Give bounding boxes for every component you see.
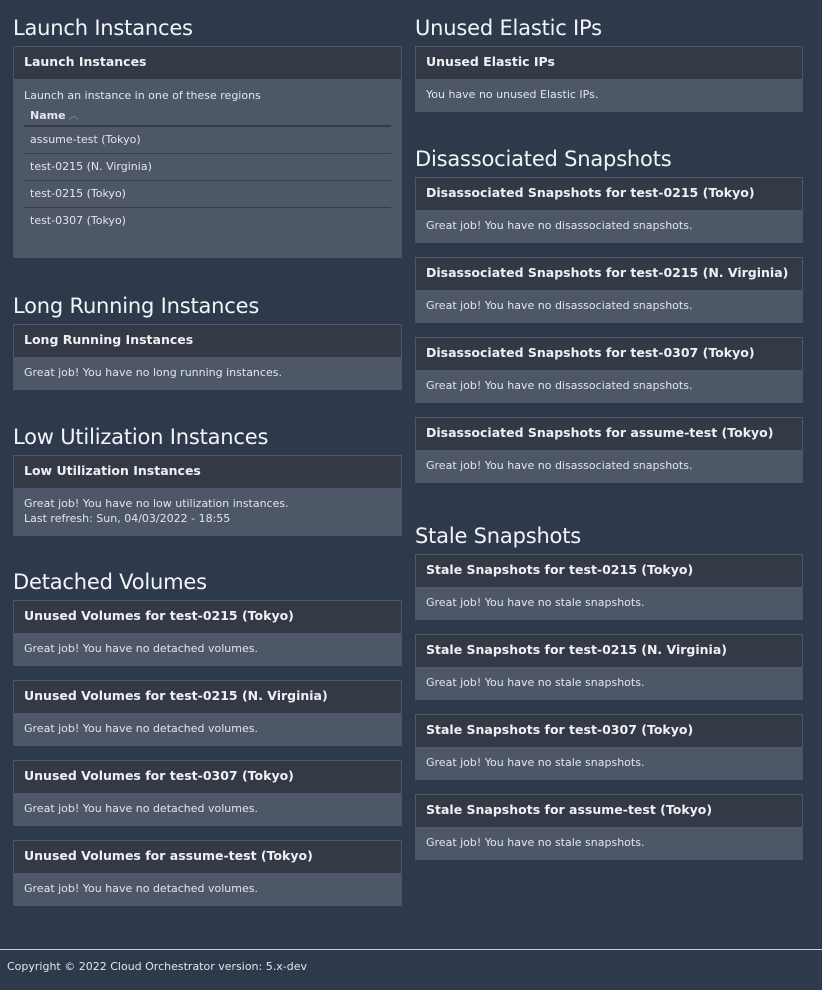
detached-panel-title: Unused Volumes for test-0215 (Tokyo) <box>14 601 401 633</box>
detached-panel-message: Great job! You have no detached volumes. <box>24 802 258 815</box>
low-util-section: Low Utilization Instances Low Utilizatio… <box>13 422 402 536</box>
stale-panel-title: Stale Snapshots for test-0307 (Tokyo) <box>416 715 802 747</box>
stale-panel-message: Great job! You have no stale snapshots. <box>426 596 645 609</box>
region-row[interactable]: test-0215 (Tokyo) <box>24 181 391 208</box>
detached-section-title: Detached Volumes <box>13 570 207 594</box>
stale-panel: Stale Snapshots for test-0215 (N. Virgin… <box>415 634 803 700</box>
disassociated-panel-title: Disassociated Snapshots for test-0215 (T… <box>416 178 802 210</box>
disassociated-panel-title: Disassociated Snapshots for test-0215 (N… <box>416 258 802 290</box>
disassociated-section-title: Disassociated Snapshots <box>415 147 672 171</box>
detached-panel-title: Unused Volumes for assume-test (Tokyo) <box>14 841 401 873</box>
stale-panel: Stale Snapshots for test-0307 (Tokyo) Gr… <box>415 714 803 780</box>
stale-panel-title: Stale Snapshots for assume-test (Tokyo) <box>416 795 802 827</box>
stale-panel-message: Great job! You have no stale snapshots. <box>426 836 645 849</box>
region-table: assume-test (Tokyo) test-0215 (N. Virgin… <box>24 127 391 235</box>
disassociated-panel-title: Disassociated Snapshots for test-0307 (T… <box>416 338 802 370</box>
detached-panel-title: Unused Volumes for test-0215 (N. Virgini… <box>14 681 401 713</box>
detached-section: Detached Volumes Unused Volumes for test… <box>13 567 402 906</box>
launch-section-title: Launch Instances <box>13 16 193 40</box>
stale-panel: Stale Snapshots for assume-test (Tokyo) … <box>415 794 803 860</box>
elastic-message: You have no unused Elastic IPs. <box>426 88 599 101</box>
region-row[interactable]: test-0307 (Tokyo) <box>24 208 391 235</box>
launch-panel: Launch Instances Launch an instance in o… <box>13 46 402 258</box>
elastic-section-title: Unused Elastic IPs <box>415 16 602 40</box>
stale-section: Stale Snapshots Stale Snapshots for test… <box>415 521 803 860</box>
long-running-section: Long Running Instances Long Running Inst… <box>13 291 402 390</box>
detached-panel: Unused Volumes for assume-test (Tokyo) G… <box>13 840 402 906</box>
elastic-section: Unused Elastic IPs Unused Elastic IPs Yo… <box>415 13 803 112</box>
name-column-label: Name <box>30 109 66 122</box>
launch-panel-body: Launch an instance in one of these regio… <box>14 79 401 257</box>
low-util-section-title: Low Utilization Instances <box>13 425 269 449</box>
low-util-panel-title: Low Utilization Instances <box>14 456 401 488</box>
low-util-panel-body: Great job! You have no low utilization i… <box>14 488 401 535</box>
disassociated-panel: Disassociated Snapshots for test-0307 (T… <box>415 337 803 403</box>
elastic-panel: Unused Elastic IPs You have no unused El… <box>415 46 803 112</box>
disassociated-panel-message: Great job! You have no disassociated sna… <box>426 459 693 472</box>
chevron-up-icon[interactable]: ︿ <box>69 111 79 122</box>
copyright-text: Copyright © 2022 Cloud Orchestrator vers… <box>7 960 307 973</box>
disassociated-panel-title: Disassociated Snapshots for assume-test … <box>416 418 802 450</box>
detached-panel-title: Unused Volumes for test-0307 (Tokyo) <box>14 761 401 793</box>
stale-panel-message: Great job! You have no stale snapshots. <box>426 676 645 689</box>
stale-panel-title: Stale Snapshots for test-0215 (Tokyo) <box>416 555 802 587</box>
long-running-message: Great job! You have no long running inst… <box>24 366 282 379</box>
low-util-message: Great job! You have no low utilization i… <box>24 497 289 510</box>
detached-panel: Unused Volumes for test-0307 (Tokyo) Gre… <box>13 760 402 826</box>
long-running-panel: Long Running Instances Great job! You ha… <box>13 324 402 390</box>
detached-panel-message: Great job! You have no detached volumes. <box>24 882 258 895</box>
launch-description: Launch an instance in one of these regio… <box>24 89 261 102</box>
launch-panel-title: Launch Instances <box>14 47 401 79</box>
disassociated-panel: Disassociated Snapshots for test-0215 (N… <box>415 257 803 323</box>
elastic-panel-title: Unused Elastic IPs <box>416 47 802 79</box>
long-running-section-title: Long Running Instances <box>13 294 260 318</box>
disassociated-section: Disassociated Snapshots Disassociated Sn… <box>415 144 803 483</box>
detached-panel: Unused Volumes for test-0215 (N. Virgini… <box>13 680 402 746</box>
stale-panel: Stale Snapshots for test-0215 (Tokyo) Gr… <box>415 554 803 620</box>
name-column-header[interactable]: Name ︿ <box>24 106 391 127</box>
region-row[interactable]: test-0215 (N. Virginia) <box>24 154 391 181</box>
launch-section: Launch Instances Launch Instances Launch… <box>13 13 402 258</box>
detached-panel-message: Great job! You have no detached volumes. <box>24 642 258 655</box>
disassociated-panel-message: Great job! You have no disassociated sna… <box>426 219 693 232</box>
detached-panel: Unused Volumes for test-0215 (Tokyo) Gre… <box>13 600 402 666</box>
region-row[interactable]: assume-test (Tokyo) <box>24 127 391 154</box>
stale-section-title: Stale Snapshots <box>415 524 581 548</box>
disassociated-panel-message: Great job! You have no disassociated sna… <box>426 299 693 312</box>
last-refresh: Last refresh: Sun, 04/03/2022 - 18:55 <box>24 512 231 525</box>
disassociated-panel: Disassociated Snapshots for test-0215 (T… <box>415 177 803 243</box>
low-util-panel: Low Utilization Instances Great job! You… <box>13 455 402 536</box>
disassociated-panel: Disassociated Snapshots for assume-test … <box>415 417 803 483</box>
disassociated-panel-message: Great job! You have no disassociated sna… <box>426 379 693 392</box>
long-running-panel-title: Long Running Instances <box>14 325 401 357</box>
stale-panel-message: Great job! You have no stale snapshots. <box>426 756 645 769</box>
stale-panel-title: Stale Snapshots for test-0215 (N. Virgin… <box>416 635 802 667</box>
detached-panel-message: Great job! You have no detached volumes. <box>24 722 258 735</box>
footer: Copyright © 2022 Cloud Orchestrator vers… <box>0 949 822 990</box>
